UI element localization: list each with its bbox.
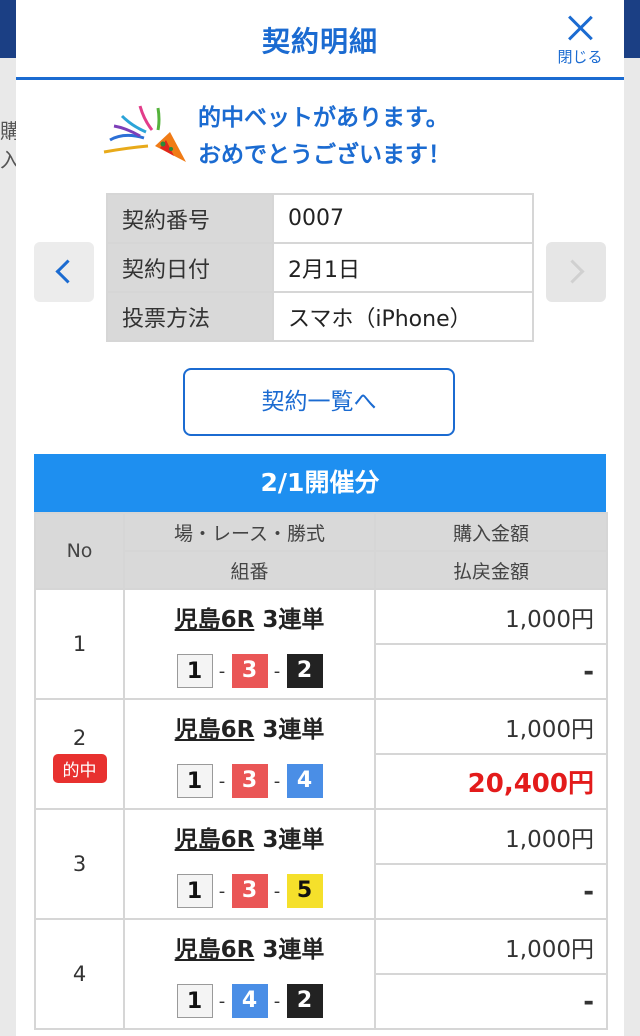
purchase-amount: 1,000円 xyxy=(374,588,608,645)
purchase-amount: 1,000円 xyxy=(374,698,608,755)
contract-date-value: 2月1日 xyxy=(272,242,534,293)
payout-amount: 20,400円 xyxy=(374,753,608,810)
contract-date-label: 契約日付 xyxy=(106,242,274,293)
payout-value: 20,400円 xyxy=(467,769,594,799)
modal-title: 契約明細 xyxy=(261,25,378,58)
header-purchase: 購入金額 xyxy=(374,512,608,552)
bet-no-cell: 3 xyxy=(34,808,125,920)
bet-number: 3 xyxy=(72,852,87,876)
boat-number: 5 xyxy=(286,874,323,908)
congrats-line-1: 的中ベットがあります。 xyxy=(198,105,449,131)
race-cell: 児島6R 3連単 xyxy=(123,808,376,864)
payout-amount: - xyxy=(374,863,608,920)
combo-cell: 1- 3- 4 xyxy=(123,754,376,810)
contract-detail-modal: 契約明細 閉じる 的中ベットがあります。 おめでとうございます！ 契約番号 00… xyxy=(16,0,624,1036)
contract-list-button[interactable]: 契約一覧へ xyxy=(183,368,455,436)
bet-type: 3連単 xyxy=(262,607,325,633)
contract-row: 契約日付 2月1日 xyxy=(106,242,534,293)
race-link[interactable]: 児島6R xyxy=(175,937,255,963)
bet-no-cell: 2 的中 xyxy=(34,698,125,810)
bet-type: 3連単 xyxy=(262,937,325,963)
contract-info-table: 契約番号 0007 契約日付 2月1日 投票方法 スマホ（iPhone） xyxy=(106,193,534,342)
header-payout: 払戻金額 xyxy=(374,550,608,590)
vote-method-value: スマホ（iPhone） xyxy=(272,291,534,342)
bet-number: 4 xyxy=(72,962,87,986)
party-popper-icon xyxy=(103,105,186,162)
combo-cell: 1- 4- 2 xyxy=(123,974,376,1030)
contract-number-label: 契約番号 xyxy=(106,193,274,244)
combo-cell: 1- 3- 5 xyxy=(123,864,376,920)
boat-number: 3 xyxy=(231,874,268,908)
background-strip-right xyxy=(622,58,640,1036)
boat-number: 1 xyxy=(176,654,213,688)
close-button[interactable]: 閉じる xyxy=(550,12,610,70)
background-text: 購入 xyxy=(0,119,16,172)
race-cell: 児島6R 3連単 xyxy=(123,588,376,644)
boat-number: 1 xyxy=(176,764,213,798)
boat-number: 3 xyxy=(231,764,268,798)
boat-number: 3 xyxy=(231,654,268,688)
chevron-left-icon xyxy=(55,259,80,284)
contract-row: 契約番号 0007 xyxy=(106,193,534,244)
chevron-right-icon xyxy=(560,259,585,284)
race-link[interactable]: 児島6R xyxy=(175,717,255,743)
boat-number: 1 xyxy=(176,874,213,908)
hit-badge: 的中 xyxy=(52,753,107,783)
header-no: No xyxy=(34,512,125,590)
contract-row: 投票方法 スマホ（iPhone） xyxy=(106,291,534,342)
bet-type: 3連単 xyxy=(262,717,325,743)
close-icon xyxy=(566,14,594,42)
congrats-line-2: おめでとうございます！ xyxy=(198,142,451,168)
purchase-amount: 1,000円 xyxy=(374,808,608,865)
contract-number-value: 0007 xyxy=(272,193,534,244)
boat-number: 4 xyxy=(286,764,323,798)
payout-amount: - xyxy=(374,643,608,700)
prev-contract-button[interactable] xyxy=(34,242,94,302)
bet-no-cell: 4 xyxy=(34,918,125,1030)
bet-number: 2 xyxy=(72,725,87,750)
table-row: 2 的中 児島6R 3連単 1,000円 xyxy=(34,698,608,810)
race-cell: 児島6R 3連単 xyxy=(123,918,376,974)
section-title: 2/1開催分 xyxy=(34,454,606,512)
table-row: 3 児島6R 3連単 1,000円 xyxy=(34,808,608,920)
modal-header: 契約明細 閉じる xyxy=(16,0,624,80)
table-row: 1 児島6R 3連単 1,000円 xyxy=(34,588,608,700)
bet-number: 1 xyxy=(72,632,87,656)
payout-value: - xyxy=(583,876,594,907)
close-label: 閉じる xyxy=(557,48,603,66)
header-combo: 組番 xyxy=(123,550,376,590)
bet-no-cell: 1 xyxy=(34,588,125,700)
payout-value: - xyxy=(583,656,594,687)
payout-amount: - xyxy=(374,973,608,1030)
table-row: 4 児島6R 3連単 1,000円 xyxy=(34,918,608,1030)
boat-number: 2 xyxy=(286,654,323,688)
boat-number: 1 xyxy=(176,984,213,1018)
header-race: 場・レース・勝式 xyxy=(123,512,376,552)
purchase-amount: 1,000円 xyxy=(374,918,608,975)
boat-number: 4 xyxy=(231,984,268,1018)
bet-type: 3連単 xyxy=(262,827,325,853)
vote-method-label: 投票方法 xyxy=(106,291,274,342)
payout-value: - xyxy=(583,986,594,1017)
race-link[interactable]: 児島6R xyxy=(175,607,255,633)
race-cell: 児島6R 3連単 xyxy=(123,698,376,754)
bets-table: No 場・レース・勝式 購入金額 組番 払戻金額 1 児島6R 3連単 1,000… xyxy=(34,512,608,1030)
combo-cell: 1- 3- 2 xyxy=(123,644,376,700)
congrats-banner: 的中ベットがあります。 おめでとうございます！ xyxy=(100,96,580,178)
boat-number: 2 xyxy=(286,984,323,1018)
race-link[interactable]: 児島6R xyxy=(175,827,255,853)
next-contract-button[interactable] xyxy=(546,242,606,302)
